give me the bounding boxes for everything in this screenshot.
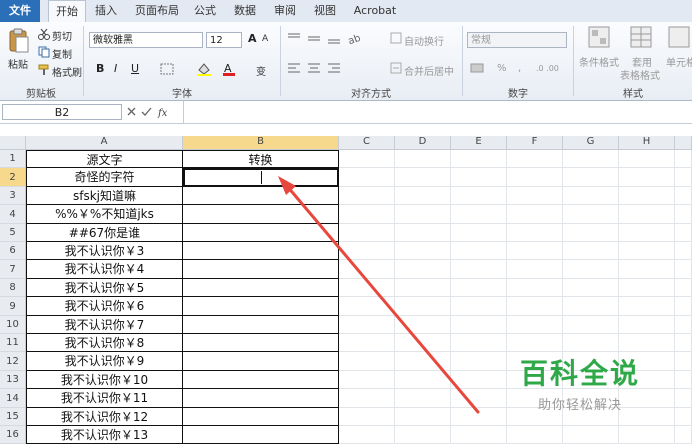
watermark-subtitle: 助你轻松解决 [537,398,622,413]
watermark: 百科全说 助你轻松解决 [500,352,660,413]
watermark-title: 百科全说 [519,357,640,390]
